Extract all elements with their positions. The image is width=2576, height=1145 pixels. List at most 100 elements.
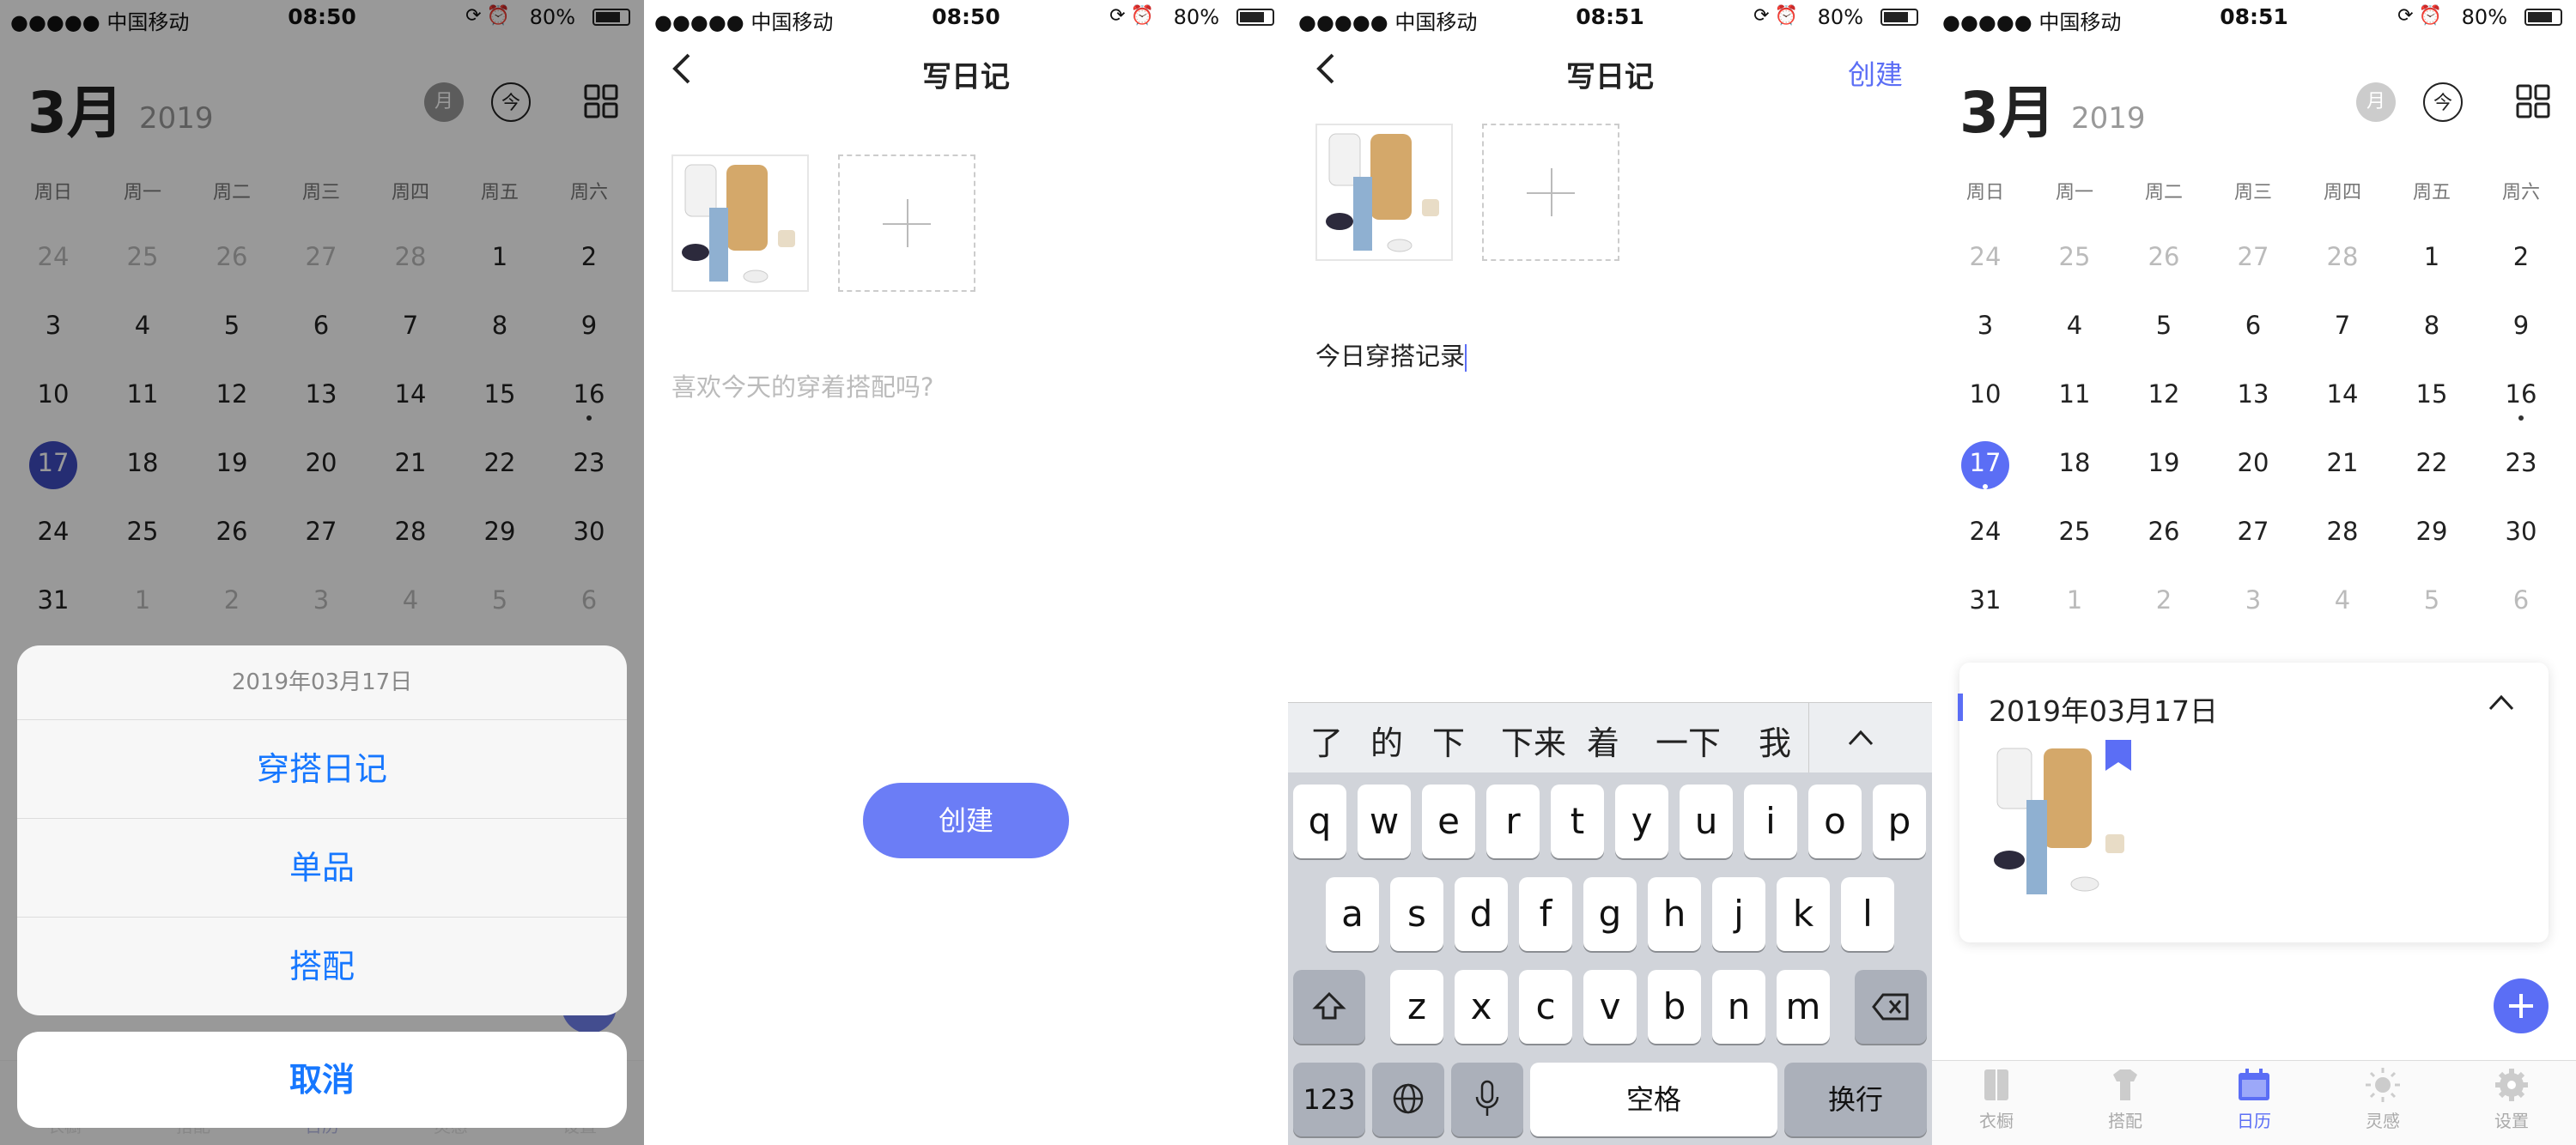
key-d[interactable]: d — [1455, 877, 1508, 951]
diary-text-input[interactable]: 今日穿搭记录 — [1315, 336, 1467, 373]
entry-outfit-image[interactable] — [1985, 740, 2157, 912]
key-g[interactable]: g — [1583, 877, 1637, 951]
calendar-day[interactable]: 20 — [2219, 448, 2287, 477]
return-key[interactable]: 换行 — [1784, 1063, 1927, 1136]
delete-key[interactable] — [1855, 970, 1927, 1044]
calendar-day[interactable]: 4 — [2308, 585, 2377, 615]
calendar-day[interactable]: 24 — [1951, 517, 2020, 546]
add-photo-button[interactable] — [1482, 124, 1619, 261]
month-view-button[interactable]: 月 — [2356, 82, 2396, 122]
key-s[interactable]: s — [1390, 877, 1443, 951]
grid-icon[interactable] — [2516, 84, 2550, 118]
expand-chevron-icon[interactable] — [1846, 724, 1875, 753]
calendar-day[interactable]: 22 — [2397, 448, 2466, 477]
tab-calendar[interactable]: 日历 — [2190, 1066, 2318, 1132]
shift-key[interactable] — [1293, 970, 1365, 1044]
calendar-day[interactable]: 6 — [2219, 311, 2287, 340]
calendar-day[interactable]: 5 — [2397, 585, 2466, 615]
option-item[interactable]: 单品 — [17, 818, 627, 917]
key-w[interactable]: w — [1358, 785, 1411, 858]
today-button[interactable]: 今 — [2423, 82, 2463, 122]
option-outfit[interactable]: 搭配 — [17, 917, 627, 1015]
calendar-day[interactable]: 31 — [1951, 585, 2020, 615]
add-photo-button[interactable] — [838, 154, 975, 292]
add-fab-button[interactable] — [2494, 978, 2549, 1033]
calendar-day[interactable]: 29 — [2397, 517, 2466, 546]
calendar-day[interactable]: 4 — [2040, 311, 2109, 340]
key-a[interactable]: a — [1326, 877, 1379, 951]
key-v[interactable]: v — [1583, 970, 1637, 1044]
key-r[interactable]: r — [1486, 785, 1540, 858]
calendar-day[interactable]: 28 — [2308, 242, 2377, 271]
calendar-day[interactable]: 2 — [2129, 585, 2198, 615]
numbers-key[interactable]: 123 — [1293, 1063, 1365, 1136]
calendar-day[interactable]: 18 — [2040, 448, 2109, 477]
diary-entry-card[interactable]: 2019年03月17日 — [1958, 663, 2549, 942]
key-h[interactable]: h — [1648, 877, 1701, 951]
outfit-photo[interactable] — [671, 154, 809, 292]
key-b[interactable]: b — [1648, 970, 1701, 1044]
diary-text-input[interactable]: 喜欢今天的穿着搭配吗? — [671, 367, 933, 403]
option-outfit-diary[interactable]: 穿搭日记 — [17, 719, 627, 818]
calendar-day[interactable]: 1 — [2040, 585, 2109, 615]
calendar-day[interactable]: 2 — [2487, 242, 2555, 271]
calendar-day[interactable]: 3 — [2219, 585, 2287, 615]
key-q[interactable]: q — [1293, 785, 1346, 858]
calendar-day[interactable]: 8 — [2397, 311, 2466, 340]
key-x[interactable]: x — [1455, 970, 1508, 1044]
prediction-word[interactable]: 下来 — [1501, 717, 1566, 764]
key-m[interactable]: m — [1777, 970, 1830, 1044]
key-t[interactable]: t — [1551, 785, 1604, 858]
nav-create-button[interactable]: 创建 — [1848, 53, 1903, 93]
calendar-day[interactable]: 6 — [2487, 585, 2555, 615]
collapse-chevron-icon[interactable] — [2487, 690, 2516, 716]
calendar-day[interactable]: 27 — [2219, 517, 2287, 546]
prediction-word[interactable]: 的 — [1370, 717, 1403, 764]
prediction-word[interactable]: 着 — [1587, 717, 1619, 764]
prediction-word[interactable]: 一下 — [1656, 717, 1721, 764]
calendar-day[interactable]: 30 — [2487, 517, 2555, 546]
calendar-day[interactable]: 23 — [2487, 448, 2555, 477]
calendar-day[interactable]: 12 — [2129, 379, 2198, 409]
key-e[interactable]: e — [1422, 785, 1475, 858]
prediction-word[interactable]: 我 — [1759, 717, 1791, 764]
calendar-day[interactable]: 26 — [2129, 242, 2198, 271]
key-i[interactable]: i — [1744, 785, 1797, 858]
calendar-day[interactable]: 21 — [2308, 448, 2377, 477]
dictation-key[interactable] — [1451, 1063, 1523, 1136]
key-o[interactable]: o — [1808, 785, 1862, 858]
prediction-word[interactable]: 下 — [1432, 717, 1465, 764]
calendar-day[interactable]: 26 — [2129, 517, 2198, 546]
key-n[interactable]: n — [1712, 970, 1765, 1044]
calendar-day[interactable]: 10 — [1951, 379, 2020, 409]
space-key[interactable]: 空格 — [1530, 1063, 1777, 1136]
calendar-day[interactable]: 14 — [2308, 379, 2377, 409]
calendar-day[interactable]: 24 — [1951, 242, 2020, 271]
calendar-day[interactable]: 7 — [2308, 311, 2377, 340]
tab-wardrobe[interactable]: 衣橱 — [1932, 1066, 2061, 1132]
calendar-day[interactable]: 3 — [1951, 311, 2020, 340]
globe-key[interactable] — [1372, 1063, 1444, 1136]
key-u[interactable]: u — [1680, 785, 1733, 858]
cancel-button[interactable]: 取消 — [17, 1032, 627, 1128]
outfit-photo[interactable] — [1315, 124, 1453, 261]
key-l[interactable]: l — [1841, 877, 1894, 951]
tab-outfits[interactable]: 搭配 — [2061, 1066, 2190, 1132]
calendar-day[interactable]: 11 — [2040, 379, 2109, 409]
key-p[interactable]: p — [1873, 785, 1926, 858]
key-z[interactable]: z — [1390, 970, 1443, 1044]
calendar-day[interactable]: 16 — [2487, 379, 2555, 409]
key-j[interactable]: j — [1712, 877, 1765, 951]
calendar-day[interactable]: 17 — [1951, 448, 2020, 477]
calendar-day[interactable]: 25 — [2040, 242, 2109, 271]
calendar-day[interactable]: 25 — [2040, 517, 2109, 546]
tab-inspiration[interactable]: 灵感 — [2318, 1066, 2447, 1132]
calendar-day[interactable]: 13 — [2219, 379, 2287, 409]
calendar-day[interactable]: 9 — [2487, 311, 2555, 340]
key-y[interactable]: y — [1615, 785, 1668, 858]
calendar-day[interactable]: 28 — [2308, 517, 2377, 546]
key-k[interactable]: k — [1777, 877, 1830, 951]
create-button[interactable]: 创建 — [863, 783, 1069, 858]
tab-settings[interactable]: 设置 — [2447, 1066, 2576, 1132]
calendar-day[interactable]: 27 — [2219, 242, 2287, 271]
